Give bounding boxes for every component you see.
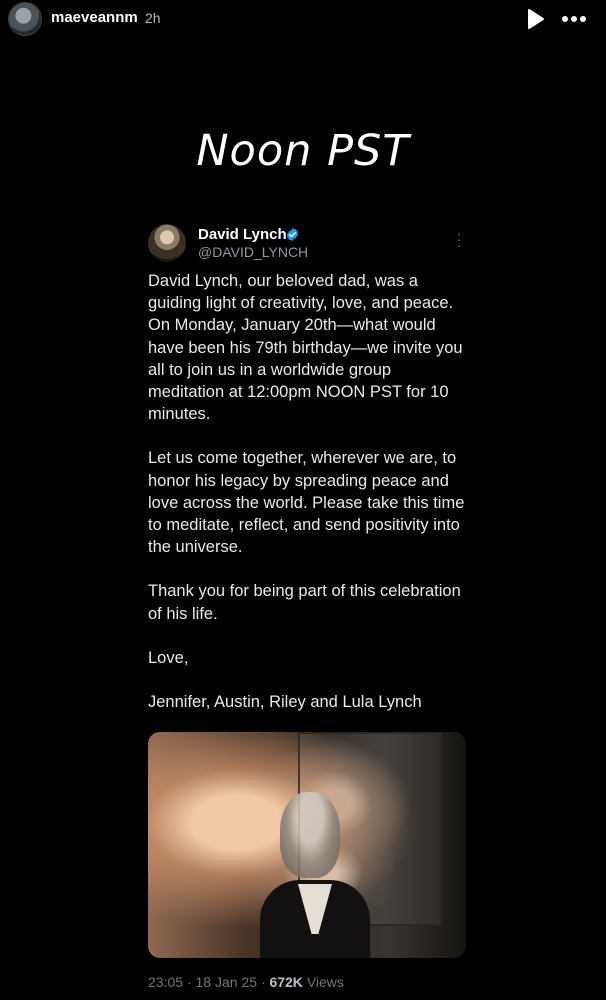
tweet-paragraph: Jennifer, Austin, Riley and Lula Lynch	[148, 693, 422, 712]
meta-separator: ·	[186, 974, 192, 990]
tweet-paragraph: Thank you for being part of this celebra…	[148, 582, 461, 623]
more-horizontal-icon[interactable]	[560, 8, 588, 30]
tweet-paragraph: David Lynch, our beloved dad, was a guid…	[148, 272, 463, 424]
story-username[interactable]: maeveannm	[51, 9, 138, 26]
views-count: 672K	[269, 974, 303, 990]
tweet-date[interactable]: 18 Jan 25	[196, 974, 258, 990]
tweet-media-image[interactable]	[148, 732, 466, 958]
author-avatar[interactable]	[148, 224, 186, 262]
author-handle[interactable]: @DAVID_LYNCH	[198, 244, 308, 260]
tweet-more-icon[interactable]: · · ·	[452, 226, 466, 252]
author-name[interactable]: David Lynch	[198, 226, 287, 243]
story-caption: Noon PST	[196, 126, 410, 176]
views-label: Views	[306, 974, 344, 990]
tweet-meta: 23:05 · 18 Jan 25 · 672K Views	[148, 974, 344, 990]
meta-separator: ·	[260, 974, 266, 990]
tweet-card[interactable]: David Lynch @DAVID_LYNCH · · · David Lynch…	[132, 210, 482, 1000]
play-icon[interactable]	[524, 8, 546, 30]
portrait-head	[280, 792, 340, 878]
tweet-time[interactable]: 23:05	[148, 974, 183, 990]
tweet-text: David Lynch, our beloved dad, was a guid…	[148, 270, 470, 735]
verified-badge-icon	[287, 227, 298, 242]
story-header: maeveannm 2h	[0, 0, 606, 40]
user-avatar[interactable]	[9, 3, 41, 35]
tweet-paragraph: Love,	[148, 648, 189, 667]
tweet-paragraph: Let us come together, wherever we are, t…	[148, 449, 465, 557]
story-time-ago: 2h	[145, 10, 161, 26]
